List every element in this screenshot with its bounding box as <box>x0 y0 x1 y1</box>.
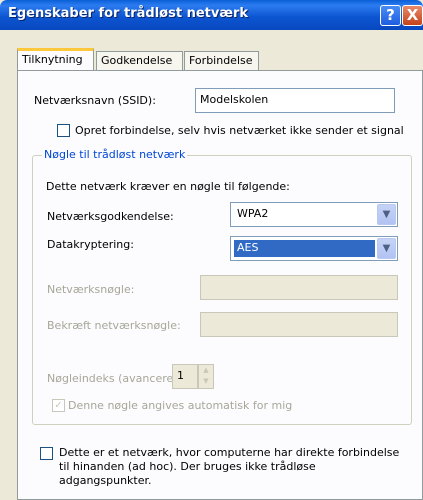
encryption-label: Datakryptering: <box>47 238 134 251</box>
auto-key-checkbox[interactable]: ✓ <box>52 399 65 412</box>
encryption-select[interactable]: AES ▼ <box>230 236 398 261</box>
key-index-label: Nøgleindeks (avanceret): <box>47 372 186 385</box>
network-key-label: Netværksnøgle: <box>47 283 135 296</box>
broadcast-checkbox[interactable] <box>57 124 70 137</box>
chevron-down-icon[interactable]: ▼ <box>377 238 396 259</box>
auth-select[interactable]: WPA2 ▼ <box>230 202 398 227</box>
title-bar[interactable]: Egenskaber for trådløst netværk ? X <box>0 0 423 30</box>
confirm-key-input[interactable] <box>200 312 398 337</box>
auth-label: Netværksgodkendelse: <box>47 210 174 223</box>
network-key-input[interactable] <box>200 275 398 300</box>
tab-tilknytning[interactable]: Tilknytning <box>17 48 94 70</box>
ssid-label: Netværksnavn (SSID): <box>34 94 156 107</box>
ssid-input[interactable]: Modelskolen <box>195 88 395 113</box>
close-button[interactable]: X <box>402 5 423 26</box>
chevron-down-icon[interactable]: ▼ <box>377 204 396 225</box>
broadcast-checkbox-label: Opret forbindelse, selv hvis netværket i… <box>75 124 404 137</box>
key-index-input[interactable]: 1 <box>172 364 198 389</box>
key-group-title: Nøgle til trådløst netværk <box>42 148 188 161</box>
confirm-key-label: Bekræft netværksnøgle: <box>47 319 181 332</box>
close-icon: X <box>406 6 419 24</box>
tab-godkendelse[interactable]: Godkendelse <box>96 51 183 70</box>
properties-dialog: Egenskaber for trådløst netværk ? X Tilk… <box>0 0 423 500</box>
chevron-up-icon[interactable]: ▲ <box>199 365 213 376</box>
question-mark-icon: ? <box>386 6 395 24</box>
help-button[interactable]: ? <box>380 5 401 26</box>
adhoc-label-line3: adgangspunkter. <box>59 474 152 487</box>
chevron-down-icon[interactable]: ▼ <box>199 376 213 387</box>
adhoc-label-line1: Dette er et netværk, hvor computerne har… <box>59 446 400 459</box>
adhoc-checkbox[interactable] <box>40 447 53 460</box>
auth-select-value: WPA2 <box>237 207 269 220</box>
auto-key-label: Denne nøgle angives automatisk for mig <box>68 399 293 412</box>
key-index-spinner[interactable]: ▲ ▼ <box>198 364 214 389</box>
window-title: Egenskaber for trådløst netværk <box>8 6 249 21</box>
adhoc-label-line2: til hinanden (ad hoc). Der bruges ikke t… <box>59 460 316 473</box>
tab-forbindelse[interactable]: Forbindelse <box>184 51 259 70</box>
encryption-select-value: AES <box>234 240 375 257</box>
key-intro-text: Dette netværk kræver en nøgle til følgen… <box>46 180 290 193</box>
